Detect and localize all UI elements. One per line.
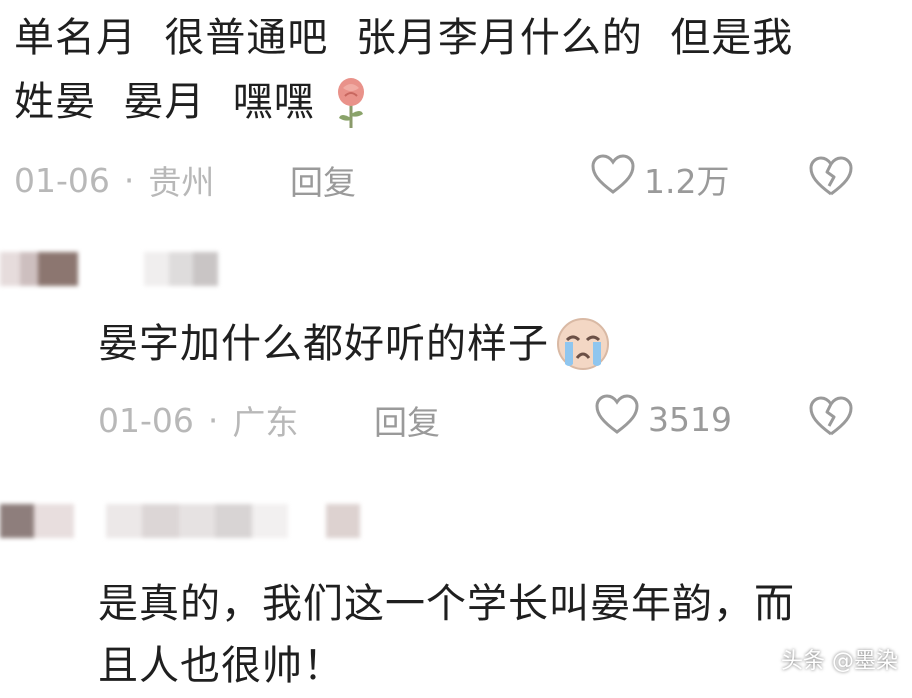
user-badge [326, 504, 360, 538]
comment-2-text-wrap: 晏字加什么都好听的样子 [98, 312, 611, 376]
comment-2-date: 01-06 [98, 400, 194, 440]
avatar[interactable] [0, 504, 74, 538]
comment-1-text-line1: 单名月 很普通吧 张月李月什么的 但是我 [14, 15, 794, 61]
heart-icon [594, 394, 640, 444]
crying-face-icon [555, 316, 611, 372]
comment-2-reply-button[interactable]: 回复 [374, 396, 440, 444]
rose-icon [331, 74, 371, 130]
heart-icon [590, 154, 636, 204]
comment-1-date: 01-06 [14, 160, 110, 200]
comment-1-like-button[interactable]: 1.2万 [590, 154, 729, 204]
watermark: 头条 @墨染 [781, 649, 898, 674]
meta-separator: · [123, 160, 135, 200]
username[interactable] [144, 252, 219, 286]
comment-2-text: 晏字加什么都好听的样子 [98, 321, 549, 367]
comment-1-dislike-button[interactable] [808, 156, 854, 202]
comment-2-like-count: 3519 [648, 399, 732, 439]
comment-3-text-line2: 且人也很帅！ [98, 643, 344, 689]
comment-1-line2-wrap: 姓晏 晏月 嘿嘿 [14, 70, 371, 134]
broken-heart-icon [808, 396, 854, 442]
comment-2-dislike-button[interactable] [808, 396, 854, 442]
username[interactable] [106, 504, 289, 538]
comment-2-like-button[interactable]: 3519 [594, 394, 732, 444]
comment-1-like-count: 1.2万 [644, 162, 730, 201]
meta-separator: · [207, 400, 219, 440]
comment-1-meta: 01-06 · 贵州 [14, 156, 214, 204]
comment-3-text-line1: 是真的，我们这一个学长叫晏年韵，而 [98, 581, 795, 627]
comment-1-location: 贵州 [148, 163, 215, 202]
avatar[interactable] [0, 252, 78, 286]
comment-2-meta: 01-06 · 广东 [98, 396, 298, 444]
comment-1-reply-button[interactable]: 回复 [290, 156, 356, 204]
broken-heart-icon [808, 156, 854, 202]
comment-2-location: 广东 [232, 403, 299, 442]
comment-1-text-line2: 姓晏 晏月 嘿嘿 [14, 79, 315, 125]
